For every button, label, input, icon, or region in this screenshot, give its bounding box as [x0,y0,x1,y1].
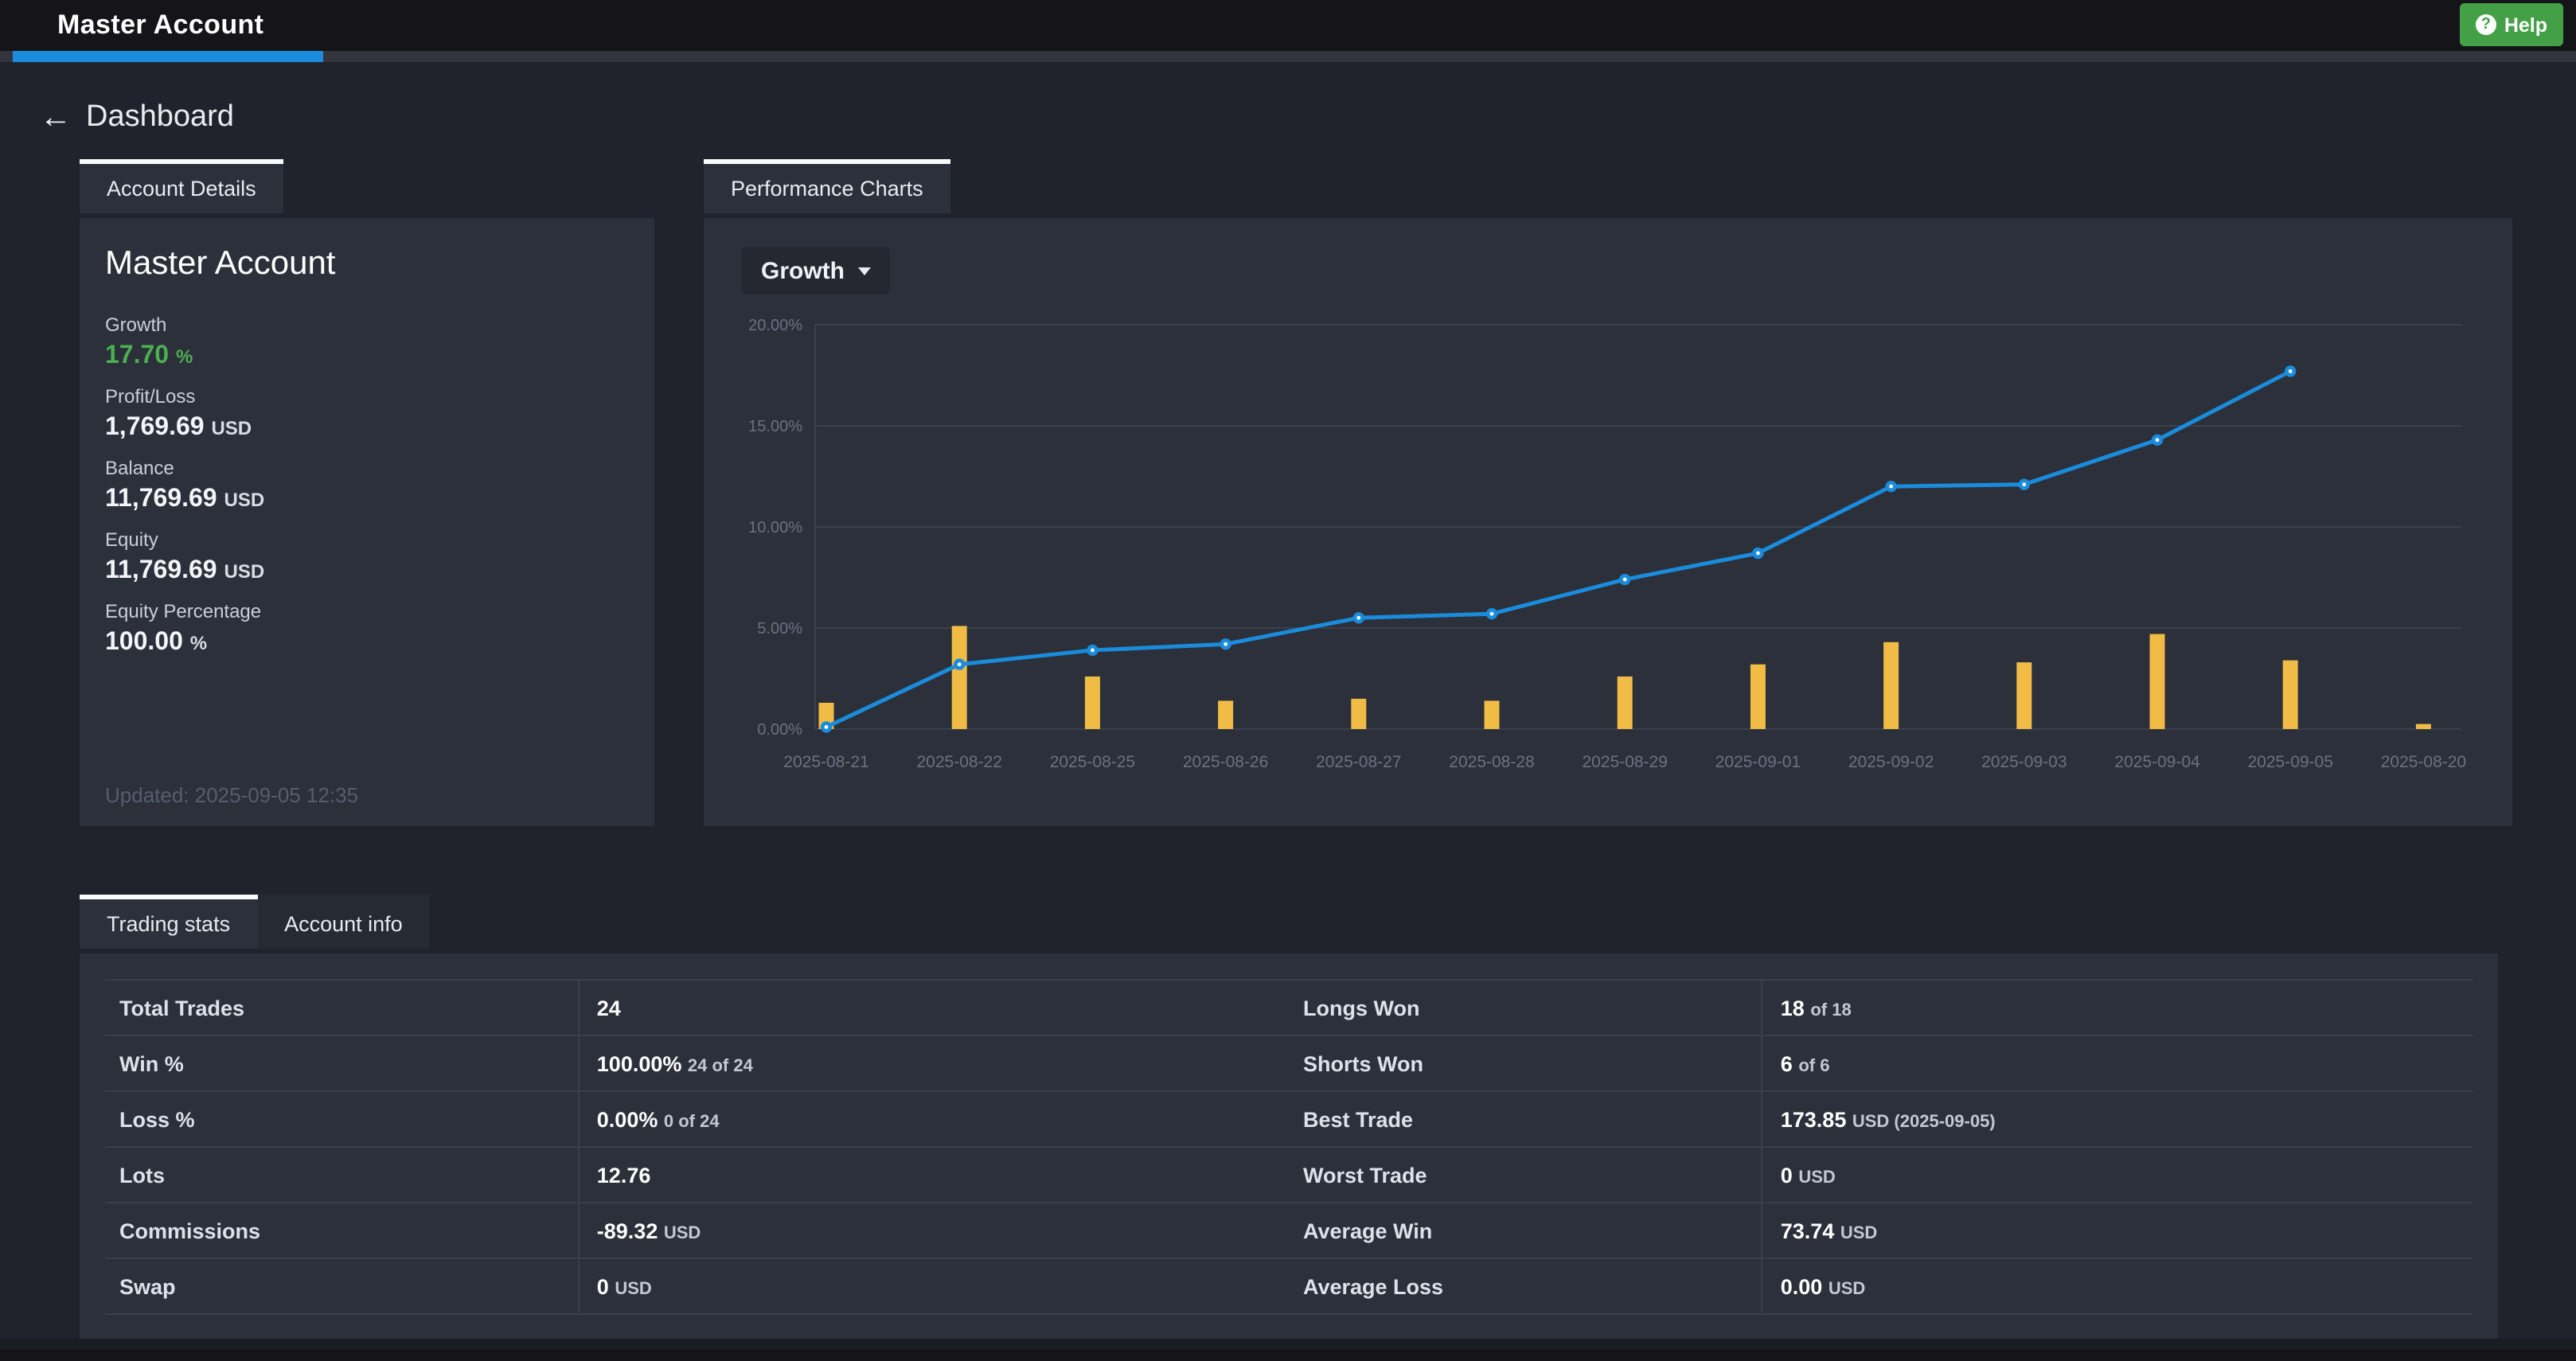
svg-text:15.00%: 15.00% [748,418,802,435]
stat-label: Swap [105,1258,579,1314]
page-content: ← Dashboard Account Details Master Accou… [0,62,2576,1350]
window-title: Master Account [57,0,263,51]
stat-label: Worst Trade [1289,1147,1762,1203]
metric-value: 11,769.69 [105,557,217,584]
svg-text:2025-08-26: 2025-08-26 [1183,753,1268,771]
table-row: Loss % 0.00% 0 of 24 Best Trade 173.85 U… [105,1091,2473,1147]
metric-value: 17.70 [105,342,169,369]
metric-equity: Equity 11,769.69 USD [105,528,629,586]
stat-value: 73.74 USD [1762,1203,2473,1258]
trading-stats-table: Total Trades 24 Longs Won 18 of 18 Win %… [105,979,2473,1315]
svg-text:5.00%: 5.00% [757,620,802,638]
metric-label: Equity Percentage [105,600,629,622]
stat-value: 0 USD [579,1258,1289,1314]
metric-profit-loss: Profit/Loss 1,769.69 USD [105,385,629,443]
stats-tab-bar: Trading stats Account info [80,895,430,949]
stat-value: 18 of 18 [1762,980,2473,1035]
metric-value: 1,769.69 [105,414,205,441]
stat-value: -89.32 USD [579,1203,1289,1258]
svg-text:2025-09-01: 2025-09-01 [1715,753,1801,771]
stat-value: 24 [579,980,1289,1035]
stat-label: Loss % [105,1091,579,1147]
svg-text:2025-08-29: 2025-08-29 [1582,753,1667,771]
metric-suffix: USD [211,417,252,439]
stat-label: Total Trades [105,980,579,1035]
updated-timestamp: Updated: 2025-09-05 12:35 [105,783,629,807]
stat-label: Longs Won [1289,980,1762,1035]
growth-chart: 0.00% 5.00% 10.00% 15.00% 20.00% 2025-08-21 20… [704,218,2512,826]
svg-text:2025-09-04: 2025-09-04 [2114,753,2200,771]
stat-label: Commissions [105,1203,579,1258]
tab-strip [0,51,2576,62]
tab-bar-performance: Performance Charts [704,159,950,213]
tab-account-details[interactable]: Account Details [80,159,283,213]
account-details-panel: Master Account Growth 17.70 % Profit/Los… [80,218,654,826]
stat-label: Best Trade [1289,1091,1762,1147]
stat-value: 173.85 USD (2025-09-05) [1762,1091,2473,1147]
stat-label: Win % [105,1035,579,1091]
help-button-label: Help [2504,14,2547,36]
stat-label: Lots [105,1147,579,1203]
metric-balance: Balance 11,769.69 USD [105,457,629,514]
metric-equity-percentage: Equity Percentage 100.00 % [105,600,629,657]
table-row: Lots 12.76 Worst Trade 0 USD [105,1147,2473,1203]
metric-suffix: USD [224,489,265,511]
stat-label: Average Loss [1289,1258,1762,1314]
trading-stats-panel: Total Trades 24 Longs Won 18 of 18 Win %… [80,953,2498,1350]
stat-value: 0.00% 0 of 24 [579,1091,1289,1147]
stat-value: 100.00% 24 of 24 [579,1035,1289,1091]
svg-text:2025-09-02: 2025-09-02 [1848,753,1934,771]
stat-value: 12.76 [579,1147,1289,1203]
svg-text:2025-08-28: 2025-08-28 [1449,753,1534,771]
metric-growth: Growth 17.70 % [105,314,629,371]
stat-label: Shorts Won [1289,1035,1762,1091]
bottom-edge [0,1339,2576,1350]
svg-text:2025-08-21: 2025-08-21 [783,753,868,771]
tab-bar-account: Account Details [80,159,283,213]
svg-text:2025-08-22: 2025-08-22 [916,753,1001,771]
svg-text:10.00%: 10.00% [748,519,802,536]
table-row: Swap 0 USD Average Loss 0.00 USD [105,1258,2473,1314]
svg-text:2025-09-05: 2025-09-05 [2247,753,2332,771]
question-circle-icon: ? [2476,14,2496,35]
svg-text:2025-09-03: 2025-09-03 [1981,753,2067,771]
stat-value: 6 of 6 [1762,1035,2473,1091]
metric-label: Equity [105,528,629,551]
metric-label: Balance [105,457,629,479]
metric-value: 11,769.69 [105,486,217,513]
metric-suffix: % [190,632,207,654]
svg-text:0.00%: 0.00% [757,721,802,739]
svg-text:2025-08-27: 2025-08-27 [1316,753,1401,771]
back-to-dashboard-link[interactable]: ← Dashboard [40,100,234,135]
arrow-left-icon: ← [40,102,72,134]
svg-text:2025-08-20: 2025-08-20 [2381,753,2466,771]
tab-account-info[interactable]: Account info [257,895,430,949]
metric-suffix: % [176,345,193,368]
account-title: Master Account [105,245,629,283]
back-label: Dashboard [86,100,234,135]
tab-trading-stats[interactable]: Trading stats [80,895,257,949]
active-tab-indicator [13,51,323,62]
table-row: Total Trades 24 Longs Won 18 of 18 [105,980,2473,1035]
svg-text:2025-08-25: 2025-08-25 [1050,753,1135,771]
top-bar: Master Account ? Help [0,0,2576,51]
metric-label: Profit/Loss [105,385,629,408]
metric-suffix: USD [224,560,265,583]
help-button[interactable]: ? Help [2460,3,2563,46]
svg-text:20.00%: 20.00% [748,317,802,334]
table-row: Win % 100.00% 24 of 24 Shorts Won 6 of 6 [105,1035,2473,1091]
metric-label: Growth [105,314,629,336]
performance-chart-panel: Growth 0.00%5.00%10.00%15.00%20.00%2025-… [704,218,2512,826]
stat-value: 0 USD [1762,1147,2473,1203]
metric-value: 100.00 [105,629,183,656]
stat-label: Average Win [1289,1203,1762,1258]
stat-value: 0.00 USD [1762,1258,2473,1314]
tab-performance-charts[interactable]: Performance Charts [704,159,950,213]
table-row: Commissions -89.32 USD Average Win 73.74… [105,1203,2473,1258]
app-window: Master Account ? Help ← Dashboard Accoun… [0,0,2576,1361]
